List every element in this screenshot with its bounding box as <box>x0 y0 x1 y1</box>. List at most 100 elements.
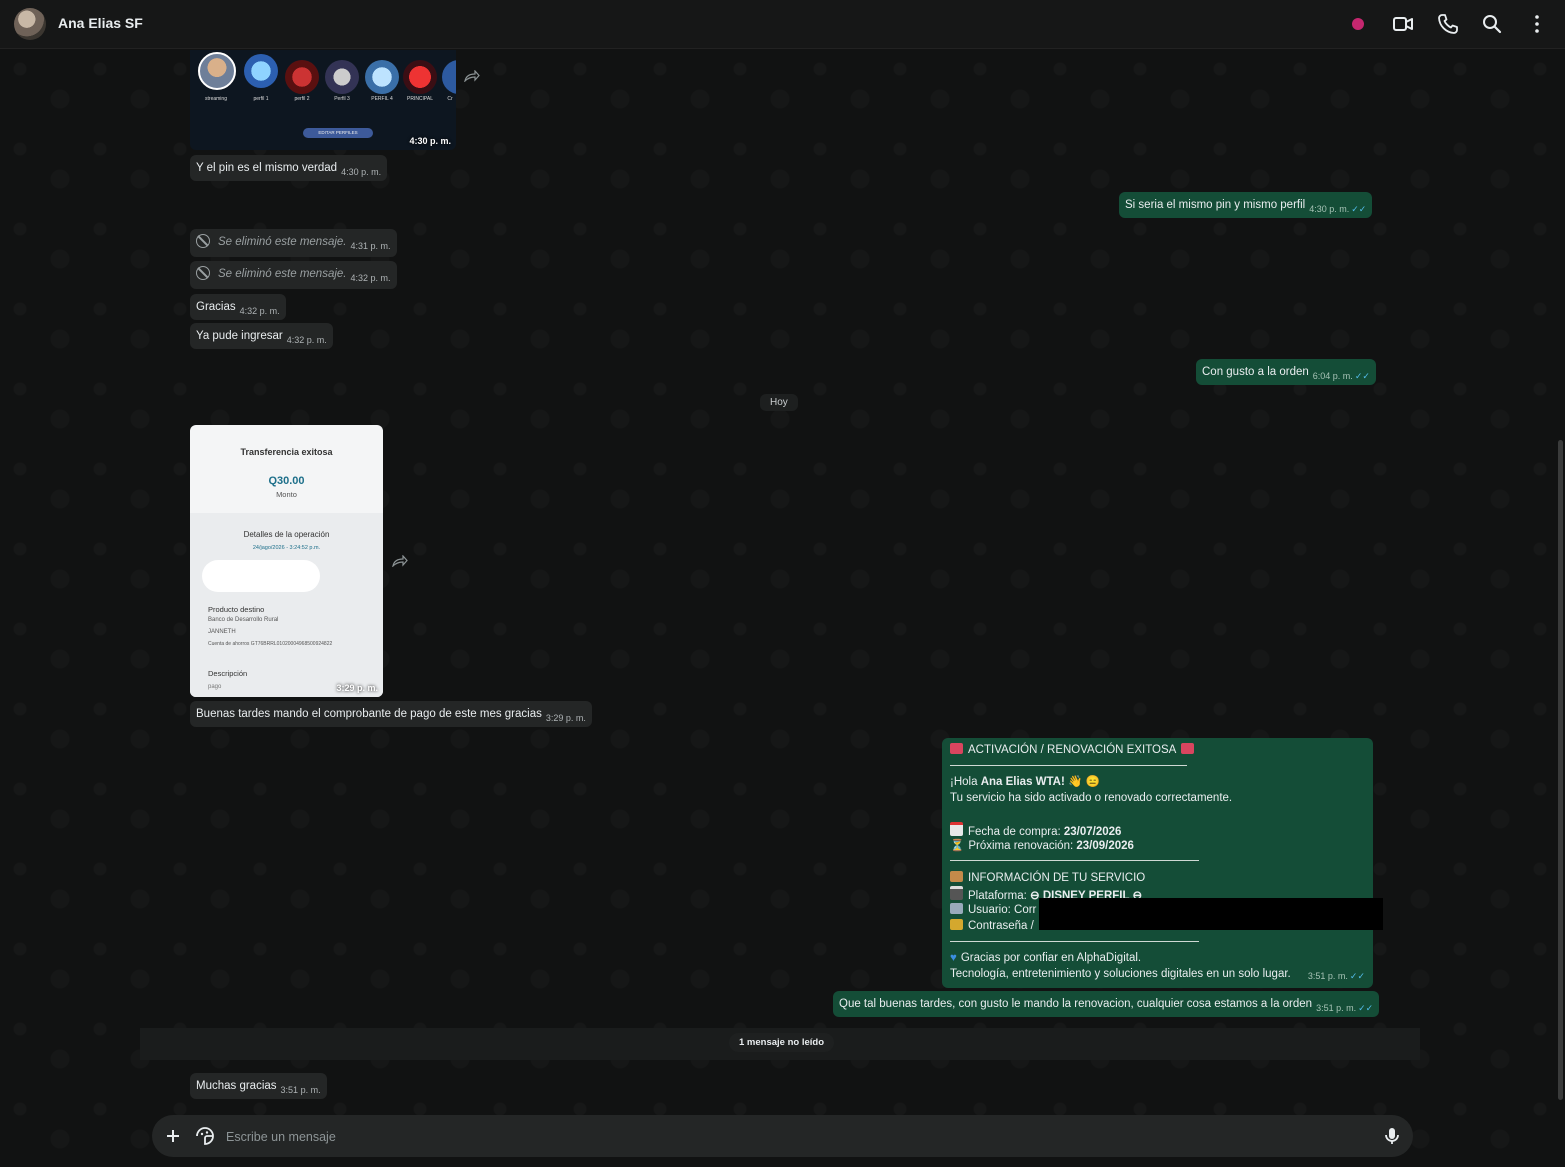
ticket-icon <box>950 743 963 754</box>
receipt-details-title: Detalles de la operación <box>243 530 330 539</box>
smile-icon: 😑 <box>1085 776 1100 788</box>
tagline-row: Tecnología, entretenimiento y soluciones… <box>950 966 1291 982</box>
message-time: 6:04 p. m. <box>1312 371 1353 381</box>
renewal-label: Próxima renovación: <box>968 840 1077 852</box>
sticker-emoji-icon[interactable] <box>193 1124 217 1148</box>
message-meta: 3:51 p. m. ✓✓ <box>1304 968 1365 984</box>
message-time: 3:51 p. m. <box>1316 1003 1357 1013</box>
message-time: 4:30 p. m. <box>341 167 382 177</box>
outgoing-message[interactable]: Con gusto a la orden 6:04 p. m. ✓✓ <box>1196 359 1376 385</box>
deleted-icon <box>196 234 210 248</box>
deleted-message[interactable]: Se eliminó este mensaje. 4:31 p. m. <box>190 229 397 257</box>
password-label: Contraseña / <box>968 920 1034 932</box>
incoming-message[interactable]: Y el pin es el mismo verdad 4:30 p. m. <box>190 155 388 181</box>
incoming-message[interactable]: Gracias 4:32 p. m. <box>190 294 286 320</box>
message-time: 4:32 p. m. <box>286 335 327 345</box>
profile-label: PERFIL 4 <box>371 96 393 102</box>
read-ticks-icon: ✓✓ <box>1349 971 1365 981</box>
receipt-description-value: pago <box>208 684 222 690</box>
receipt-account: Cuenta de ahorros GT76BRRL01020004968500… <box>208 641 333 647</box>
voice-call-icon[interactable] <box>1436 12 1460 36</box>
message-text: Se eliminó este mensaje. <box>218 268 347 280</box>
forward-icon[interactable] <box>392 555 408 567</box>
contact-avatar[interactable] <box>14 8 46 40</box>
read-ticks-icon: ✓✓ <box>1351 204 1367 214</box>
message-time: 3:29 p. m. <box>545 713 586 723</box>
search-icon[interactable] <box>1480 12 1504 36</box>
activated-line: Tu servicio ha sido activado o renovado … <box>950 792 1233 804</box>
lock-icon <box>950 919 963 930</box>
thanks-row: ♥ Gracias por confiar en AlphaDigital. <box>950 950 1141 966</box>
message-time: 4:31 p. m. <box>350 241 391 251</box>
message-time: 4:30 p. m. <box>1309 204 1350 214</box>
message-time: 3:29 p. m. <box>336 683 378 693</box>
profile-avatar <box>325 60 359 94</box>
profile-label: perfil 1 <box>253 96 269 102</box>
status-dot-icon[interactable] <box>1346 12 1370 36</box>
greeting-name: Ana Elias WTA! <box>980 776 1065 788</box>
divider <box>950 860 1199 861</box>
receipt-title: Transferencia exitosa <box>240 447 333 457</box>
outgoing-message[interactable]: Que tal buenas tardes, con gusto le mand… <box>833 991 1380 1017</box>
forward-icon[interactable] <box>464 70 480 82</box>
renewal-row: ⏳ Próxima renovación: 23/09/2026 <box>950 838 1134 854</box>
wave-icon: 👋 <box>1068 776 1083 788</box>
receipt-description-label: Descripción <box>208 669 248 678</box>
profiles-image[interactable]: streaming perfil 1 perfil 2 Perfil 3 PER… <box>190 50 456 150</box>
activation-heading-row: ACTIVACIÓN / RENOVACIÓN EXITOSA <box>950 742 1199 758</box>
redacted-scribble <box>202 560 320 592</box>
profile-avatar <box>442 60 456 94</box>
hourglass-icon: ⏳ <box>950 840 965 852</box>
receipt-amount: Q30.00 <box>268 475 305 487</box>
read-ticks-icon: ✓✓ <box>1354 371 1370 381</box>
profile-avatar <box>365 60 399 94</box>
deleted-icon <box>196 266 210 280</box>
receipt-holder: JANNETH <box>208 629 236 635</box>
payment-receipt-image[interactable]: Transferencia exitosa Q30.00 Monto Detal… <box>190 425 383 697</box>
message-text: Si seria el mismo pin y mismo perfil <box>1125 199 1306 211</box>
microphone-icon[interactable] <box>1380 1124 1404 1148</box>
package-icon <box>950 871 963 882</box>
profile-label: perfil 2 <box>294 96 310 102</box>
calendar-icon <box>950 822 963 836</box>
profile-label: Cr <box>447 96 453 102</box>
chat-scrollbar[interactable] <box>1558 440 1563 1100</box>
tagline-text: Tecnología, entretenimiento y soluciones… <box>950 968 1291 980</box>
contact-name[interactable]: Ana Elias SF <box>58 15 143 31</box>
user-row: Usuario: Corr <box>950 902 1036 918</box>
redacted-block <box>1039 898 1383 930</box>
message-input[interactable] <box>224 1126 1328 1148</box>
activation-heading: ACTIVACIÓN / RENOVACIÓN EXITOSA <box>968 744 1177 756</box>
profile-avatar <box>244 54 278 88</box>
read-ticks-icon: ✓✓ <box>1358 1003 1374 1013</box>
message-text: Gracias <box>196 301 236 313</box>
incoming-message[interactable]: Muchas gracias 3:51 p. m. <box>190 1073 327 1099</box>
profile-label: streaming <box>205 96 227 102</box>
incoming-message[interactable]: Buenas tardes mando el comprobante de pa… <box>190 701 592 727</box>
purchase-date: 23/07/2026 <box>1063 826 1122 838</box>
activation-message[interactable]: ACTIVACIÓN / RENOVACIÓN EXITOSA ¡Hola An… <box>942 738 1373 988</box>
video-call-icon[interactable] <box>1391 12 1415 36</box>
menu-icon[interactable] <box>1525 12 1549 36</box>
message-text: Y el pin es el mismo verdad <box>196 162 338 174</box>
deleted-message[interactable]: Se eliminó este mensaje. 4:32 p. m. <box>190 261 397 289</box>
receipt-bank: Banco de Desarrollo Rural <box>208 617 279 623</box>
plus-icon[interactable] <box>161 1124 185 1148</box>
message-text: Buenas tardes mando el comprobante de pa… <box>196 708 542 720</box>
message-time: 4:32 p. m. <box>239 306 280 316</box>
info-title: INFORMACIÓN DE TU SERVICIO <box>968 872 1146 884</box>
outgoing-message[interactable]: Si seria el mismo pin y mismo perfil 4:30… <box>1119 192 1373 218</box>
greeting-row: ¡Hola Ana Elias WTA! 👋 😑 <box>950 774 1100 790</box>
edit-profiles-button: EDITAR PERFILES <box>303 128 373 138</box>
message-text: Muchas gracias <box>196 1080 277 1092</box>
date-divider: Hoy <box>760 394 798 411</box>
renewal-date: 23/09/2026 <box>1076 840 1134 852</box>
chat-header: Ana Elias SF <box>0 0 1565 49</box>
profile-avatar <box>285 60 319 94</box>
profile-avatar <box>403 60 437 94</box>
message-time: 3:51 p. m. <box>280 1085 321 1095</box>
incoming-message[interactable]: Ya pude ingresar 4:32 p. m. <box>190 323 333 349</box>
email-icon <box>950 903 963 914</box>
info-row: INFORMACIÓN DE TU SERVICIO <box>950 870 1145 886</box>
message-text: Que tal buenas tardes, con gusto le mand… <box>839 998 1313 1010</box>
